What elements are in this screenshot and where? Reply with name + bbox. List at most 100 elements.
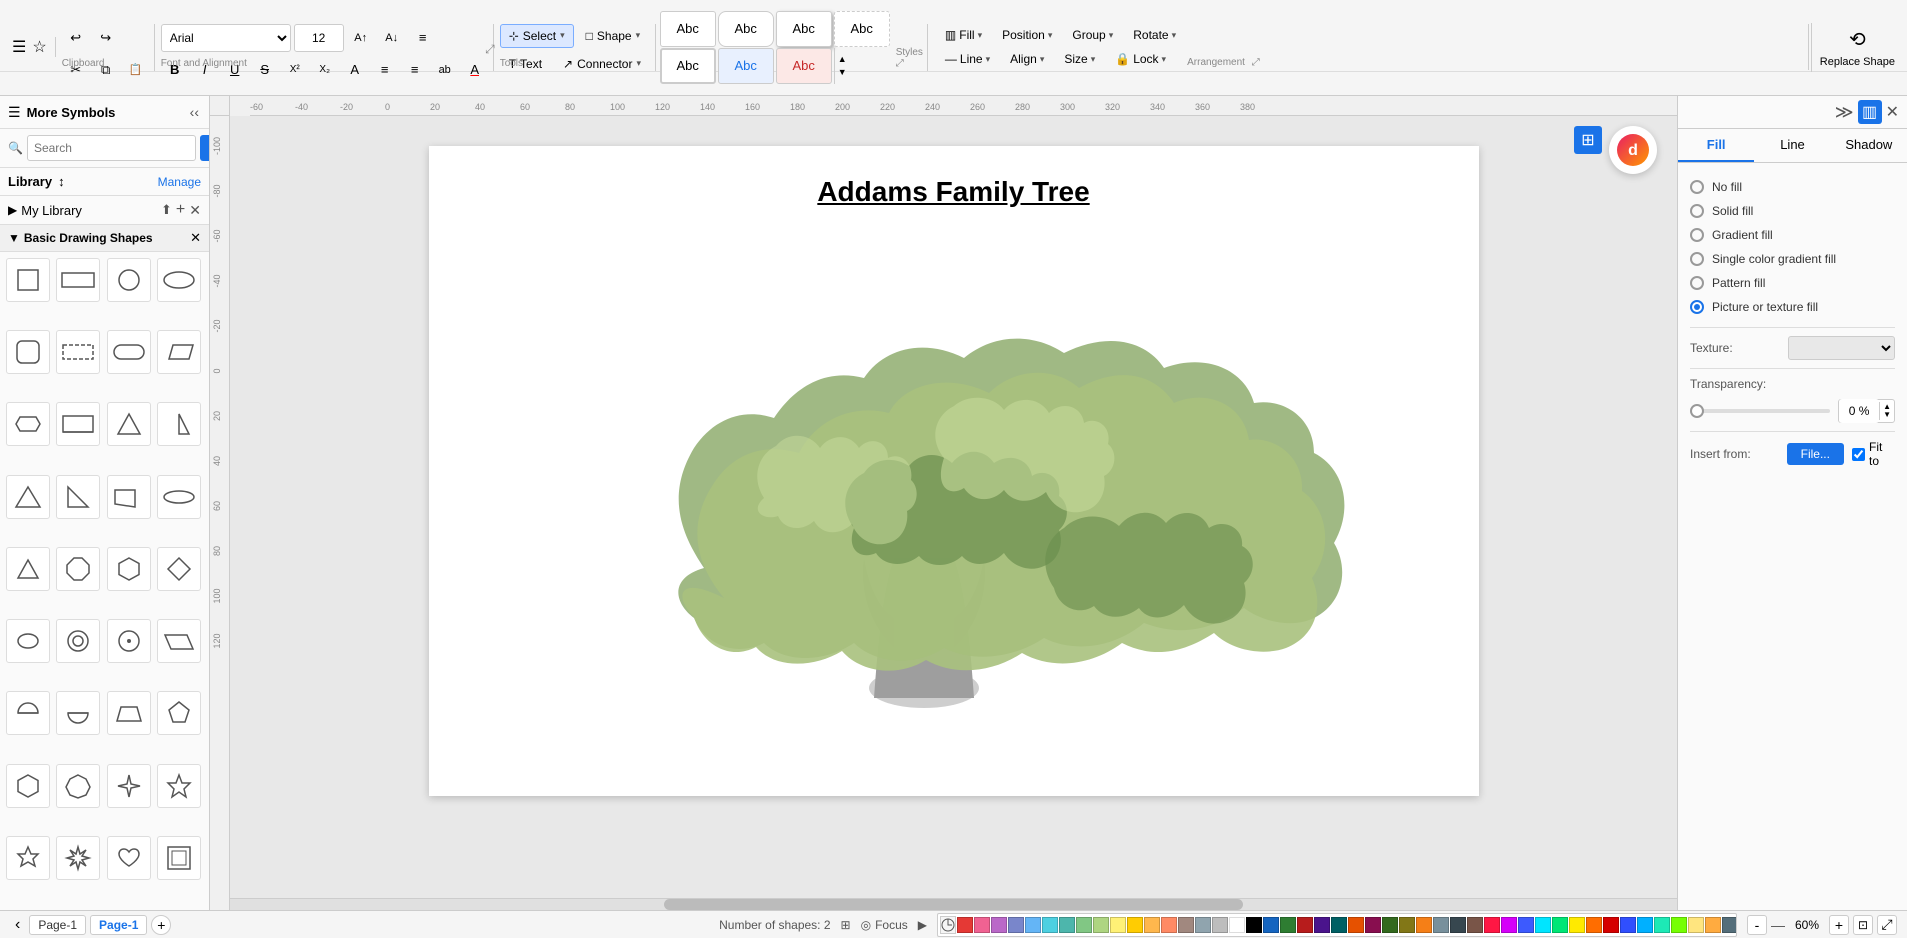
style-item-3[interactable]: Abc [834,11,890,47]
color-dark-blue[interactable] [1263,917,1279,933]
shape-triangle-iso[interactable] [6,475,50,519]
fit-page-btn[interactable]: ⊡ [1853,915,1873,935]
shape-star5[interactable] [157,764,201,808]
texture-select[interactable] [1788,336,1895,360]
close-shapes-icon[interactable]: ✕ [190,230,201,246]
color-light-blue[interactable] [1637,917,1653,933]
collapse-sidebar-btn[interactable]: ‹‹ [188,102,201,122]
shape-circle-dotted[interactable] [107,619,151,663]
shape-heptagon[interactable] [56,764,100,808]
position-button[interactable]: Position ▾ [993,24,1061,46]
color-deep-orange[interactable] [1161,917,1177,933]
color-dark-green[interactable] [1280,917,1296,933]
color-amber[interactable] [1127,917,1143,933]
color-yellow-accent[interactable] [1569,917,1585,933]
color-cyan-accent[interactable] [1535,917,1551,933]
color-steel[interactable] [1722,917,1737,933]
shape-ring[interactable] [56,619,100,663]
shape-octagon[interactable] [56,547,100,591]
focus-btn[interactable]: ◎ Focus [861,918,908,932]
color-dark-slate[interactable] [1450,917,1466,933]
transparency-input[interactable] [1839,399,1879,423]
shape-trapezoid[interactable] [107,691,151,735]
shape-star8[interactable] [56,836,100,880]
style-item-5[interactable]: Abc [718,48,774,84]
shape-circle[interactable] [107,258,151,302]
color-yellow[interactable] [1110,917,1126,933]
horizontal-scrollbar[interactable] [230,898,1677,910]
color-purple-accent[interactable] [1501,917,1517,933]
align-button[interactable]: Align ▾ [1001,48,1053,70]
color-orange[interactable] [1144,917,1160,933]
star-icon[interactable]: ☆ [32,37,46,57]
color-indigo[interactable] [1008,917,1024,933]
shape-diamond[interactable] [157,547,201,591]
shape-square[interactable] [6,258,50,302]
shape-triangle[interactable] [107,402,151,446]
transparency-down[interactable]: ▼ [1883,411,1891,419]
color-red-dark2[interactable] [1603,917,1619,933]
fill-option-none[interactable]: No fill [1690,175,1895,199]
manage-link[interactable]: Manage [158,175,201,189]
zoom-out-btn[interactable]: - [1747,915,1767,935]
add-page-btn[interactable]: + [151,915,171,935]
panel-close-btn[interactable]: ✕ [1886,102,1899,122]
color-cyan[interactable] [1042,917,1058,933]
color-picker-btn[interactable] [940,916,956,934]
style-item-6[interactable]: Abc [776,48,832,84]
color-dark-orange[interactable] [1348,917,1364,933]
shape-button[interactable]: □ Shape ▾ [577,24,649,48]
shape-arrow-right[interactable] [107,475,151,519]
lock-button[interactable]: 🔒 Lock ▾ [1106,48,1175,70]
color-green-bright[interactable] [1671,917,1687,933]
color-blue[interactable] [1025,917,1041,933]
color-orange-accent[interactable] [1586,917,1602,933]
play-btn[interactable]: ▶ [918,918,927,932]
color-green[interactable] [1076,917,1092,933]
color-blue-grey[interactable] [1195,917,1211,933]
color-red[interactable] [957,917,973,933]
highlight-button[interactable]: ab [431,56,459,84]
fill-icon-btn[interactable]: ▥ [1858,100,1882,124]
color-pink[interactable] [974,917,990,933]
increase-font-button[interactable]: A↑ [347,24,375,52]
collapse-shapes-icon[interactable]: ▼ [8,231,20,245]
color-teal-accent[interactable] [1654,917,1670,933]
strikethrough-button[interactable]: S [251,56,279,84]
paste-button[interactable]: 📋 [122,56,150,84]
color-grey[interactable] [1212,917,1228,933]
shape-rounded-rect[interactable] [6,330,50,374]
shape-parallelogram2[interactable] [157,619,201,663]
color-peach[interactable] [1705,917,1721,933]
shape-rounded-wide[interactable] [107,330,151,374]
font-expand-icon[interactable]: ⤢ [485,42,495,57]
shape-wide-rect[interactable] [56,258,100,302]
superscript-button[interactable]: X² [281,56,309,84]
close-library-icon[interactable]: ✕ [189,202,201,219]
canvas-scroll[interactable]: d ⊞ Addams Family Tree [230,116,1677,910]
font-size-input[interactable] [294,24,344,52]
color-teal[interactable] [1059,917,1075,933]
panel-expand-btn[interactable]: ≫ [1835,102,1854,123]
group-button[interactable]: Group ▾ [1063,24,1122,46]
style-item-0[interactable]: Abc [660,11,716,47]
style-item-4[interactable]: Abc [660,48,716,84]
shape-half-circle[interactable] [6,691,50,735]
color-white[interactable] [1229,917,1245,933]
layers-btn[interactable]: ⊞ [841,918,851,932]
fill-option-solid[interactable]: Solid fill [1690,199,1895,223]
shape-hexagon3[interactable] [6,764,50,808]
font-color-button[interactable]: A [461,56,489,84]
color-slate[interactable] [1433,917,1449,933]
shape-triangle-iso2[interactable] [6,547,50,591]
clear-format-button[interactable]: A [341,56,369,84]
font-family-select[interactable]: Arial [161,24,291,52]
list2-button[interactable]: ≡ [401,56,429,84]
shape-triangle-right[interactable] [157,402,201,446]
sort-icon[interactable]: ↕ [58,174,65,189]
color-brown2[interactable] [1467,917,1483,933]
canvas-expand-btn[interactable]: ⊞ [1574,126,1602,154]
color-dark-red[interactable] [1297,917,1313,933]
select-button[interactable]: ⊹ Select ▾ [500,24,574,48]
shape-banner-rect[interactable] [56,402,100,446]
